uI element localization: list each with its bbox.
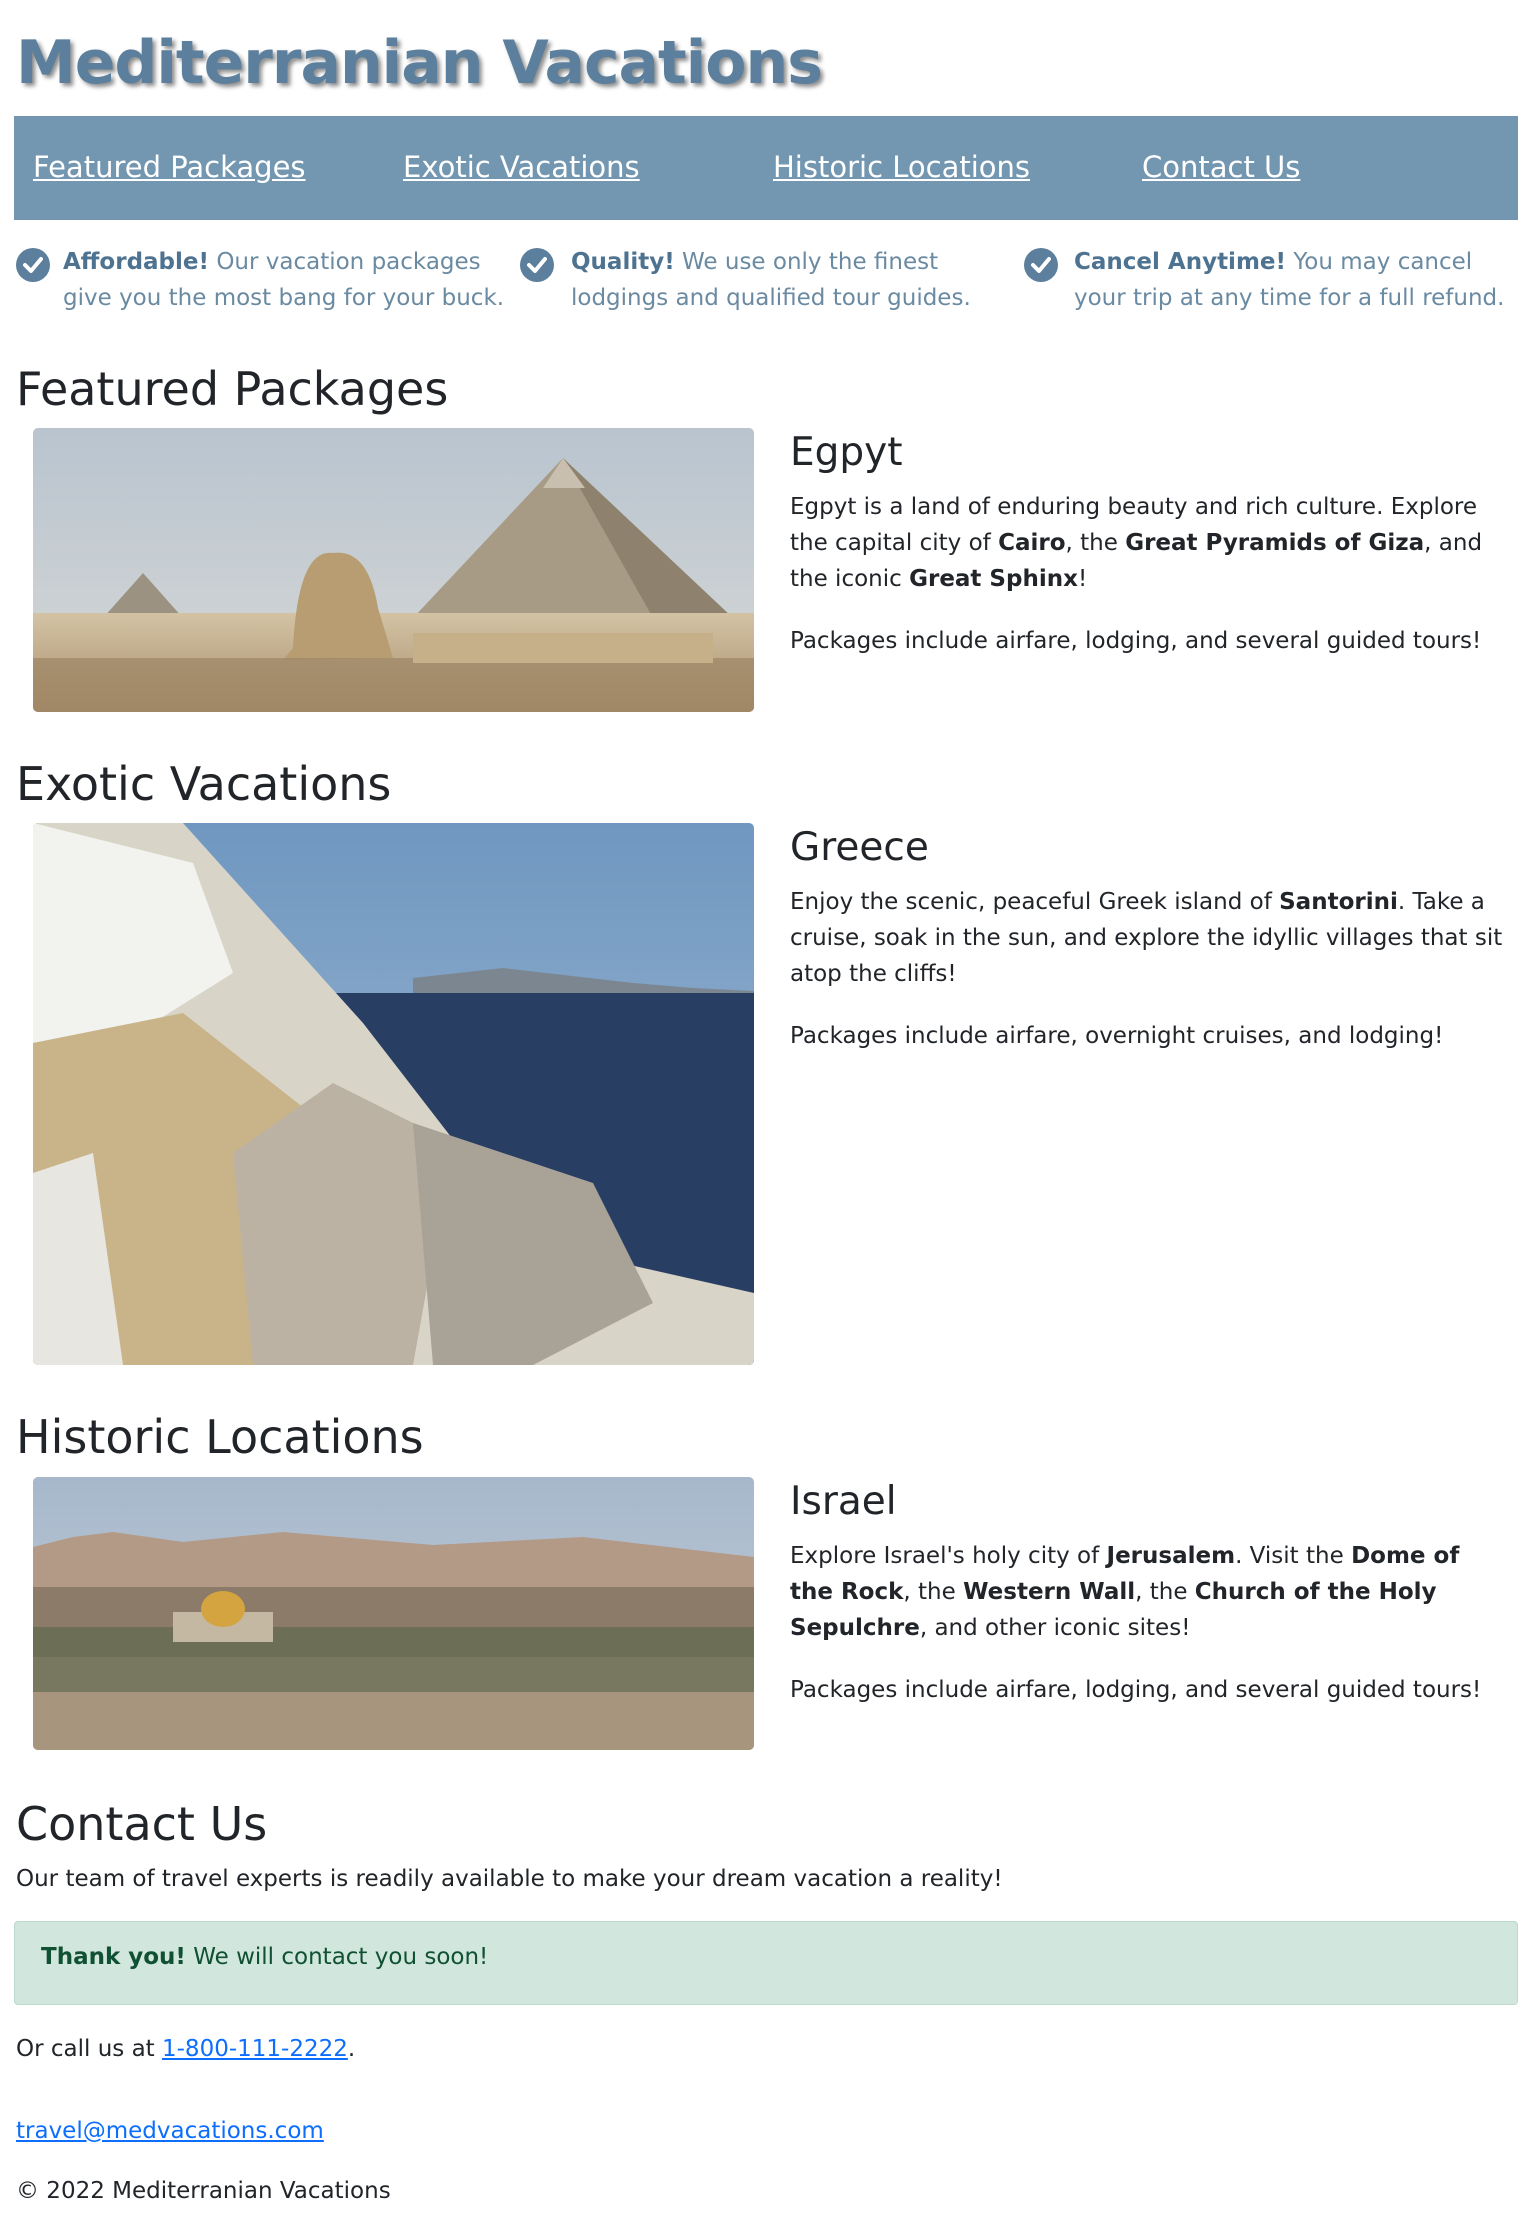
phone-line: Or call us at 1-800-111-2222. [16,2036,356,2062]
check-circle-icon [1024,248,1058,282]
check-circle-icon [16,248,50,282]
nav-link-exotic-vacations[interactable]: Exotic Vacations [403,150,640,184]
package-title-egypt: Egpyt [790,430,903,475]
section-heading-historic-locations: Historic Locations [16,1410,424,1464]
contact-intro-text: Our team of travel experts is readily av… [16,1866,1003,1892]
check-circle-icon [520,248,554,282]
alert-text: We will contact you soon! [193,1944,489,1970]
package-description-israel: Explore Israel's holy city of Jerusalem.… [790,1543,1460,1641]
email-line: travel@medvacations.com [16,2118,324,2144]
site-title: Mediterranian Vacations [16,28,823,98]
section-heading-exotic-vacations: Exotic Vacations [16,757,392,811]
feature-title: Quality! [571,249,675,275]
package-description-egypt: Egpyt is a land of enduring beauty and r… [790,494,1483,592]
package-title-israel: Israel [790,1479,897,1524]
package-includes-israel: Packages include airfare, lodging, and s… [790,1677,1482,1703]
email-link[interactable]: travel@medvacations.com [16,2118,324,2144]
success-alert: Thank you! We will contact you soon! [14,1921,1518,2005]
greece-santorini-image [33,823,754,1365]
feature-title: Affordable! [63,249,209,275]
section-heading-contact-us: Contact Us [16,1797,268,1851]
main-navbar: Featured Packages Exotic Vacations Histo… [14,116,1518,220]
phone-link[interactable]: 1-800-111-2222 [162,2036,348,2062]
nav-link-contact-us[interactable]: Contact Us [1142,150,1300,184]
package-description-greece: Enjoy the scenic, peaceful Greek island … [790,889,1503,987]
alert-strong-text: Thank you! [41,1944,186,1970]
israel-jerusalem-image [33,1477,754,1750]
section-heading-featured-packages: Featured Packages [16,362,449,416]
footer-copyright: © 2022 Mediterranian Vacations [16,2178,391,2204]
nav-link-featured-packages[interactable]: Featured Packages [33,150,306,184]
package-includes-greece: Packages include airfare, overnight crui… [790,1023,1444,1049]
feature-title: Cancel Anytime! [1074,249,1286,275]
package-title-greece: Greece [790,825,929,870]
egypt-pyramids-image [33,428,754,712]
nav-link-historic-locations[interactable]: Historic Locations [773,150,1030,184]
package-includes-egypt: Packages include airfare, lodging, and s… [790,628,1482,654]
